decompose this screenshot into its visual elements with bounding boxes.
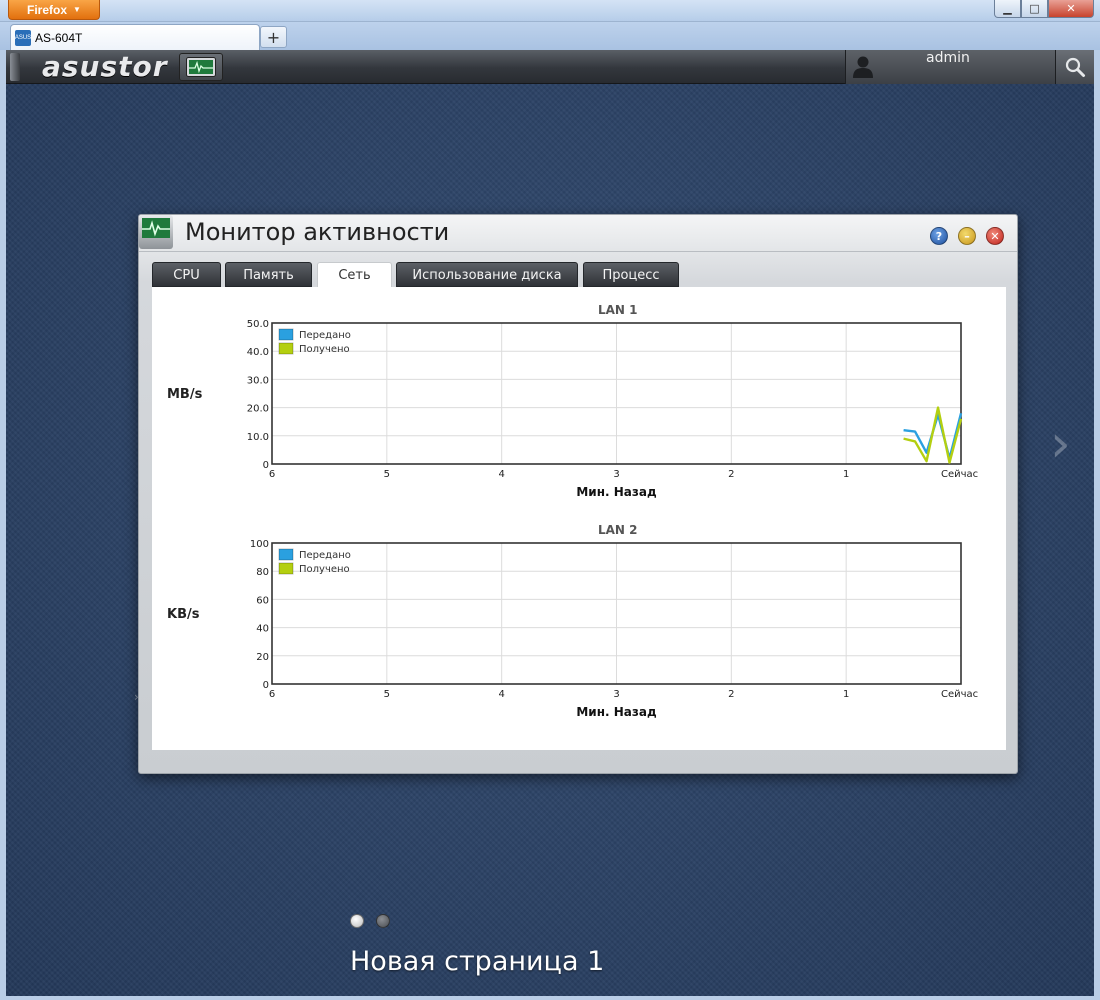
user-icon xyxy=(853,56,873,78)
window-minimize-button[interactable]: ▁ xyxy=(994,0,1021,18)
lan2-y-tick-label: 60 xyxy=(256,595,269,606)
lan2-legend-label: Получено xyxy=(299,564,350,575)
browser-titlebar: Firefox ▼ ▁ □ ✕ xyxy=(0,0,1100,22)
lan2-legend-swatch xyxy=(278,562,294,575)
page-indicator xyxy=(350,914,390,928)
lan1-y-tick-label: 30.0 xyxy=(247,375,269,386)
desktop-page-name: Новая страница 1 xyxy=(350,946,605,977)
lan2-x-tick-label: 4 xyxy=(498,689,504,700)
minimize-button[interactable]: – xyxy=(958,227,976,245)
lan1-y-tick-label: 20.0 xyxy=(247,404,269,415)
lan1-legend-swatch xyxy=(278,342,294,355)
window-close-button[interactable]: ✕ xyxy=(1048,0,1094,18)
lan2-chart: 1008060402006 5 4 3 2 1 СейчасМин. НазадПереда… xyxy=(250,539,978,719)
lan1-legend-label: Получено xyxy=(299,344,350,355)
lan2-y-tick-label: 100 xyxy=(250,539,269,550)
lan1-y-tick-label: 40.0 xyxy=(247,347,269,358)
lan2-legend-swatch xyxy=(278,548,294,561)
lan2-y-tick-label: 80 xyxy=(256,567,269,578)
topbar-grip-handle[interactable] xyxy=(10,53,20,81)
lan2-legend-label: Передано xyxy=(299,550,351,561)
browser-tab-title: AS-604T xyxy=(35,30,83,45)
asustor-logo: asustor xyxy=(42,50,168,83)
lan2-unit-label: KB/s xyxy=(167,607,200,622)
title-separator xyxy=(139,251,1017,252)
lan1-legend-label: Передано xyxy=(299,330,351,341)
close-button[interactable]: ✕ xyxy=(986,227,1004,245)
tab-cpu[interactable]: CPU xyxy=(152,262,221,287)
lan1-chart: 50.040.030.020.010.006 5 4 3 2 1 СейчасМин. На… xyxy=(247,319,978,499)
lan1-x-tick-label: 4 xyxy=(498,469,504,480)
activity-monitor-window: Монитор активности ? – ✕ CPU Память Сеть… xyxy=(138,214,1018,774)
firefox-menu-label: Firefox xyxy=(27,3,68,17)
tab-network[interactable]: Сеть xyxy=(317,262,392,288)
lan2-x-axis-label: Мин. Назад xyxy=(576,705,657,719)
lan1-x-tick-label: 6 xyxy=(269,469,275,480)
browser-tab[interactable]: ASUS AS-604T xyxy=(10,24,260,50)
lan2-x-tick-label: Сейчас xyxy=(941,689,978,700)
lan1-legend-swatch xyxy=(278,328,294,341)
page-dot-2[interactable] xyxy=(376,914,390,928)
window-title: Монитор активности xyxy=(185,218,450,246)
taskbar-activity-monitor-button[interactable] xyxy=(179,53,223,81)
lan1-x-tick-label: Сейчас xyxy=(941,469,978,480)
tab-disk-usage[interactable]: Использование диска xyxy=(396,262,578,287)
adm-topbar: asustor admin xyxy=(6,50,1094,84)
search-icon xyxy=(1065,57,1085,77)
network-panel: LAN 1 MB/s 50.0 40.0 30.0 20.0 10.0 0 6 5 4 3 2 1 Се… xyxy=(152,287,1006,750)
help-button[interactable]: ? xyxy=(930,227,948,245)
tab-memory[interactable]: Память xyxy=(225,262,312,287)
lan1-y-tick-label: 50.0 xyxy=(247,319,269,330)
dropdown-arrow-icon: ▼ xyxy=(73,5,81,14)
activity-monitor-icon xyxy=(186,57,216,77)
lan2-x-tick-label: 3 xyxy=(613,689,619,700)
username-label: admin xyxy=(926,50,970,66)
firefox-menu-button[interactable]: Firefox ▼ xyxy=(8,0,100,20)
lan1-x-tick-label: 5 xyxy=(384,469,390,480)
lan1-y-tick-label: 10.0 xyxy=(247,432,269,443)
lan2-x-tick-label: 1 xyxy=(843,689,849,700)
browser-tabstrip: ASUS AS-604T + xyxy=(0,22,1100,50)
lan1-series-received-line xyxy=(903,406,963,464)
lan1-x-tick-label: 2 xyxy=(728,469,734,480)
lan2-y-tick-label: 40 xyxy=(256,624,269,635)
lan1-x-tick-label: 1 xyxy=(843,469,849,480)
new-tab-button[interactable]: + xyxy=(260,26,287,48)
lan2-x-tick-label: 2 xyxy=(728,689,734,700)
next-page-arrow-icon[interactable]: › xyxy=(1050,414,1071,474)
user-menu[interactable]: admin xyxy=(845,50,1055,84)
tab-process[interactable]: Процесс xyxy=(583,262,679,287)
lan1-unit-label: MB/s xyxy=(167,387,203,402)
asustor-favicon-icon: ASUS xyxy=(15,29,31,46)
lan1-x-axis-label: Мин. Назад xyxy=(576,485,657,499)
lan2-x-tick-label: 6 xyxy=(269,689,275,700)
lan1-x-tick-label: 3 xyxy=(613,469,619,480)
search-button[interactable] xyxy=(1055,50,1094,84)
lan2-x-tick-label: 5 xyxy=(384,689,390,700)
lan2-y-tick-label: 20 xyxy=(256,652,269,663)
page-dot-1[interactable] xyxy=(350,914,364,928)
window-controls: ▁ □ ✕ xyxy=(994,0,1094,18)
window-maximize-button[interactable]: □ xyxy=(1021,0,1048,18)
activity-monitor-app-icon xyxy=(139,215,173,249)
